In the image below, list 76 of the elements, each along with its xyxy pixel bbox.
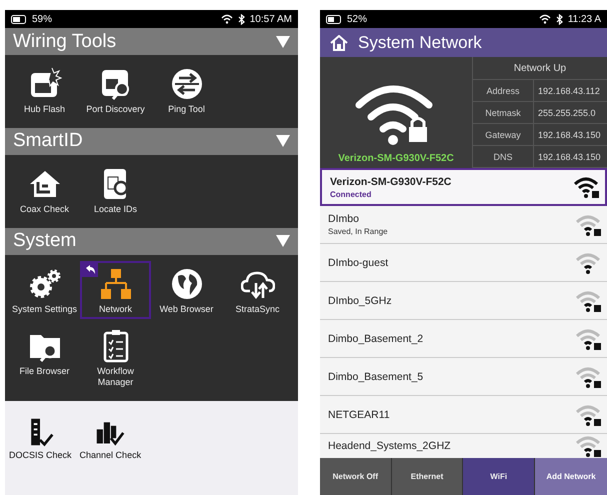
section-header[interactable]: Wiring Tools	[5, 28, 298, 55]
app-tile[interactable]: Web Browser	[151, 260, 222, 320]
table-cell-text: 255.255.255.0	[537, 106, 597, 120]
app-tile[interactable]: Workflow Manager	[80, 323, 151, 393]
table-cell-text: 192.168.43.112	[537, 84, 601, 98]
globe-icon	[170, 266, 204, 301]
app-tile[interactable]: File Browser	[9, 323, 80, 393]
network-name: Headend_Systems_2GHZ	[328, 440, 451, 452]
app-label: Workflow Manager	[96, 366, 135, 388]
home-icon[interactable]	[330, 34, 348, 50]
app-tile[interactable]: Channel Check	[78, 410, 144, 466]
app-label: Locate IDs	[94, 204, 138, 215]
network-status: Saved, In Range	[328, 227, 388, 236]
wifi-icon	[220, 14, 233, 24]
table-header: Network Up	[472, 57, 607, 80]
network-name: Dimbo_Basement_5	[328, 370, 424, 382]
battery-percent: 59%	[32, 14, 52, 24]
battery-icon	[326, 14, 342, 24]
table-cell: Address	[473, 80, 534, 101]
app-tile[interactable]: System Settings	[9, 260, 80, 320]
gears-icon	[28, 266, 62, 301]
network-name: Verizon-SM-G930V-F52C	[330, 176, 452, 188]
arrows-circle-icon	[170, 67, 204, 101]
tab[interactable]: Ethernet	[392, 458, 464, 495]
battery-percent: 52%	[347, 14, 368, 24]
bluetooth-icon	[238, 14, 245, 24]
screen-title: System Network	[358, 32, 482, 52]
table-cell: Netmask	[473, 102, 534, 123]
app-tile[interactable]: Locate IDs	[80, 160, 151, 220]
table-cell: DNS	[473, 146, 534, 167]
app-label: Web Browser	[160, 304, 214, 314]
network-row[interactable]: Verizon-SM-G930V-F52C Connected	[320, 168, 607, 206]
network-name: DImbo-guest	[328, 256, 388, 268]
network-name: DImbo_5GHz	[328, 294, 392, 306]
app-label: Hub Flash	[24, 104, 66, 115]
app-tile[interactable]: Coax Check	[9, 160, 80, 220]
app-label: Port Discovery	[86, 104, 145, 115]
app-label: Channel Check	[80, 450, 142, 461]
network-name: Dimbo_Basement_2	[328, 332, 424, 344]
table-cell-text: 192.168.43.150	[537, 128, 602, 142]
clock: 10:57 AM	[250, 14, 292, 24]
app-tile[interactable]: Network	[80, 260, 151, 320]
network-name: Verizon-SM-G930V-F52C	[338, 153, 454, 164]
bluetooth-icon	[556, 14, 563, 24]
add-network-button[interactable]: Add Network	[535, 458, 607, 495]
clock: 11:23 A	[568, 14, 601, 24]
app-label: System Settings	[12, 304, 78, 314]
app-label: StrataSync	[235, 304, 280, 314]
section-title: System	[13, 230, 76, 252]
app-label: Coax Check	[20, 204, 70, 215]
app-tile[interactable]: Ping Tool	[151, 61, 222, 120]
wifi-icon	[538, 14, 551, 24]
app-tile[interactable]: DOCSIS Check	[7, 410, 74, 466]
app-tile[interactable]: Hub Flash	[9, 61, 80, 120]
network-name: NETGEAR11	[328, 408, 390, 420]
table-cell-text: 192.168.43.150	[537, 150, 602, 164]
section-title: Wiring Tools	[13, 30, 116, 52]
tab[interactable]: Network Off	[320, 458, 392, 495]
collapse-triangle-icon	[276, 135, 290, 148]
network-name: DImbo	[328, 213, 360, 225]
table-cell: Gateway	[473, 124, 534, 145]
battery-icon	[11, 14, 27, 24]
app-label: Ping Tool	[168, 104, 205, 115]
collapse-triangle-icon	[276, 36, 290, 48]
network-diagram-icon	[98, 266, 132, 301]
app-label: Network	[98, 304, 132, 314]
collapse-triangle-icon	[276, 235, 290, 248]
app-label: DOCSIS Check	[9, 450, 72, 461]
tab[interactable]: WiFi	[463, 458, 536, 495]
app-label: File Browser	[19, 366, 70, 378]
app-tile[interactable]: StrataSync	[222, 260, 293, 320]
network-status: Connected	[330, 190, 372, 198]
section-header[interactable]: System	[5, 228, 298, 255]
app-tile[interactable]: Port Discovery	[80, 61, 151, 120]
section-title: SmartID	[13, 130, 83, 152]
section-header[interactable]: SmartID	[5, 128, 298, 155]
